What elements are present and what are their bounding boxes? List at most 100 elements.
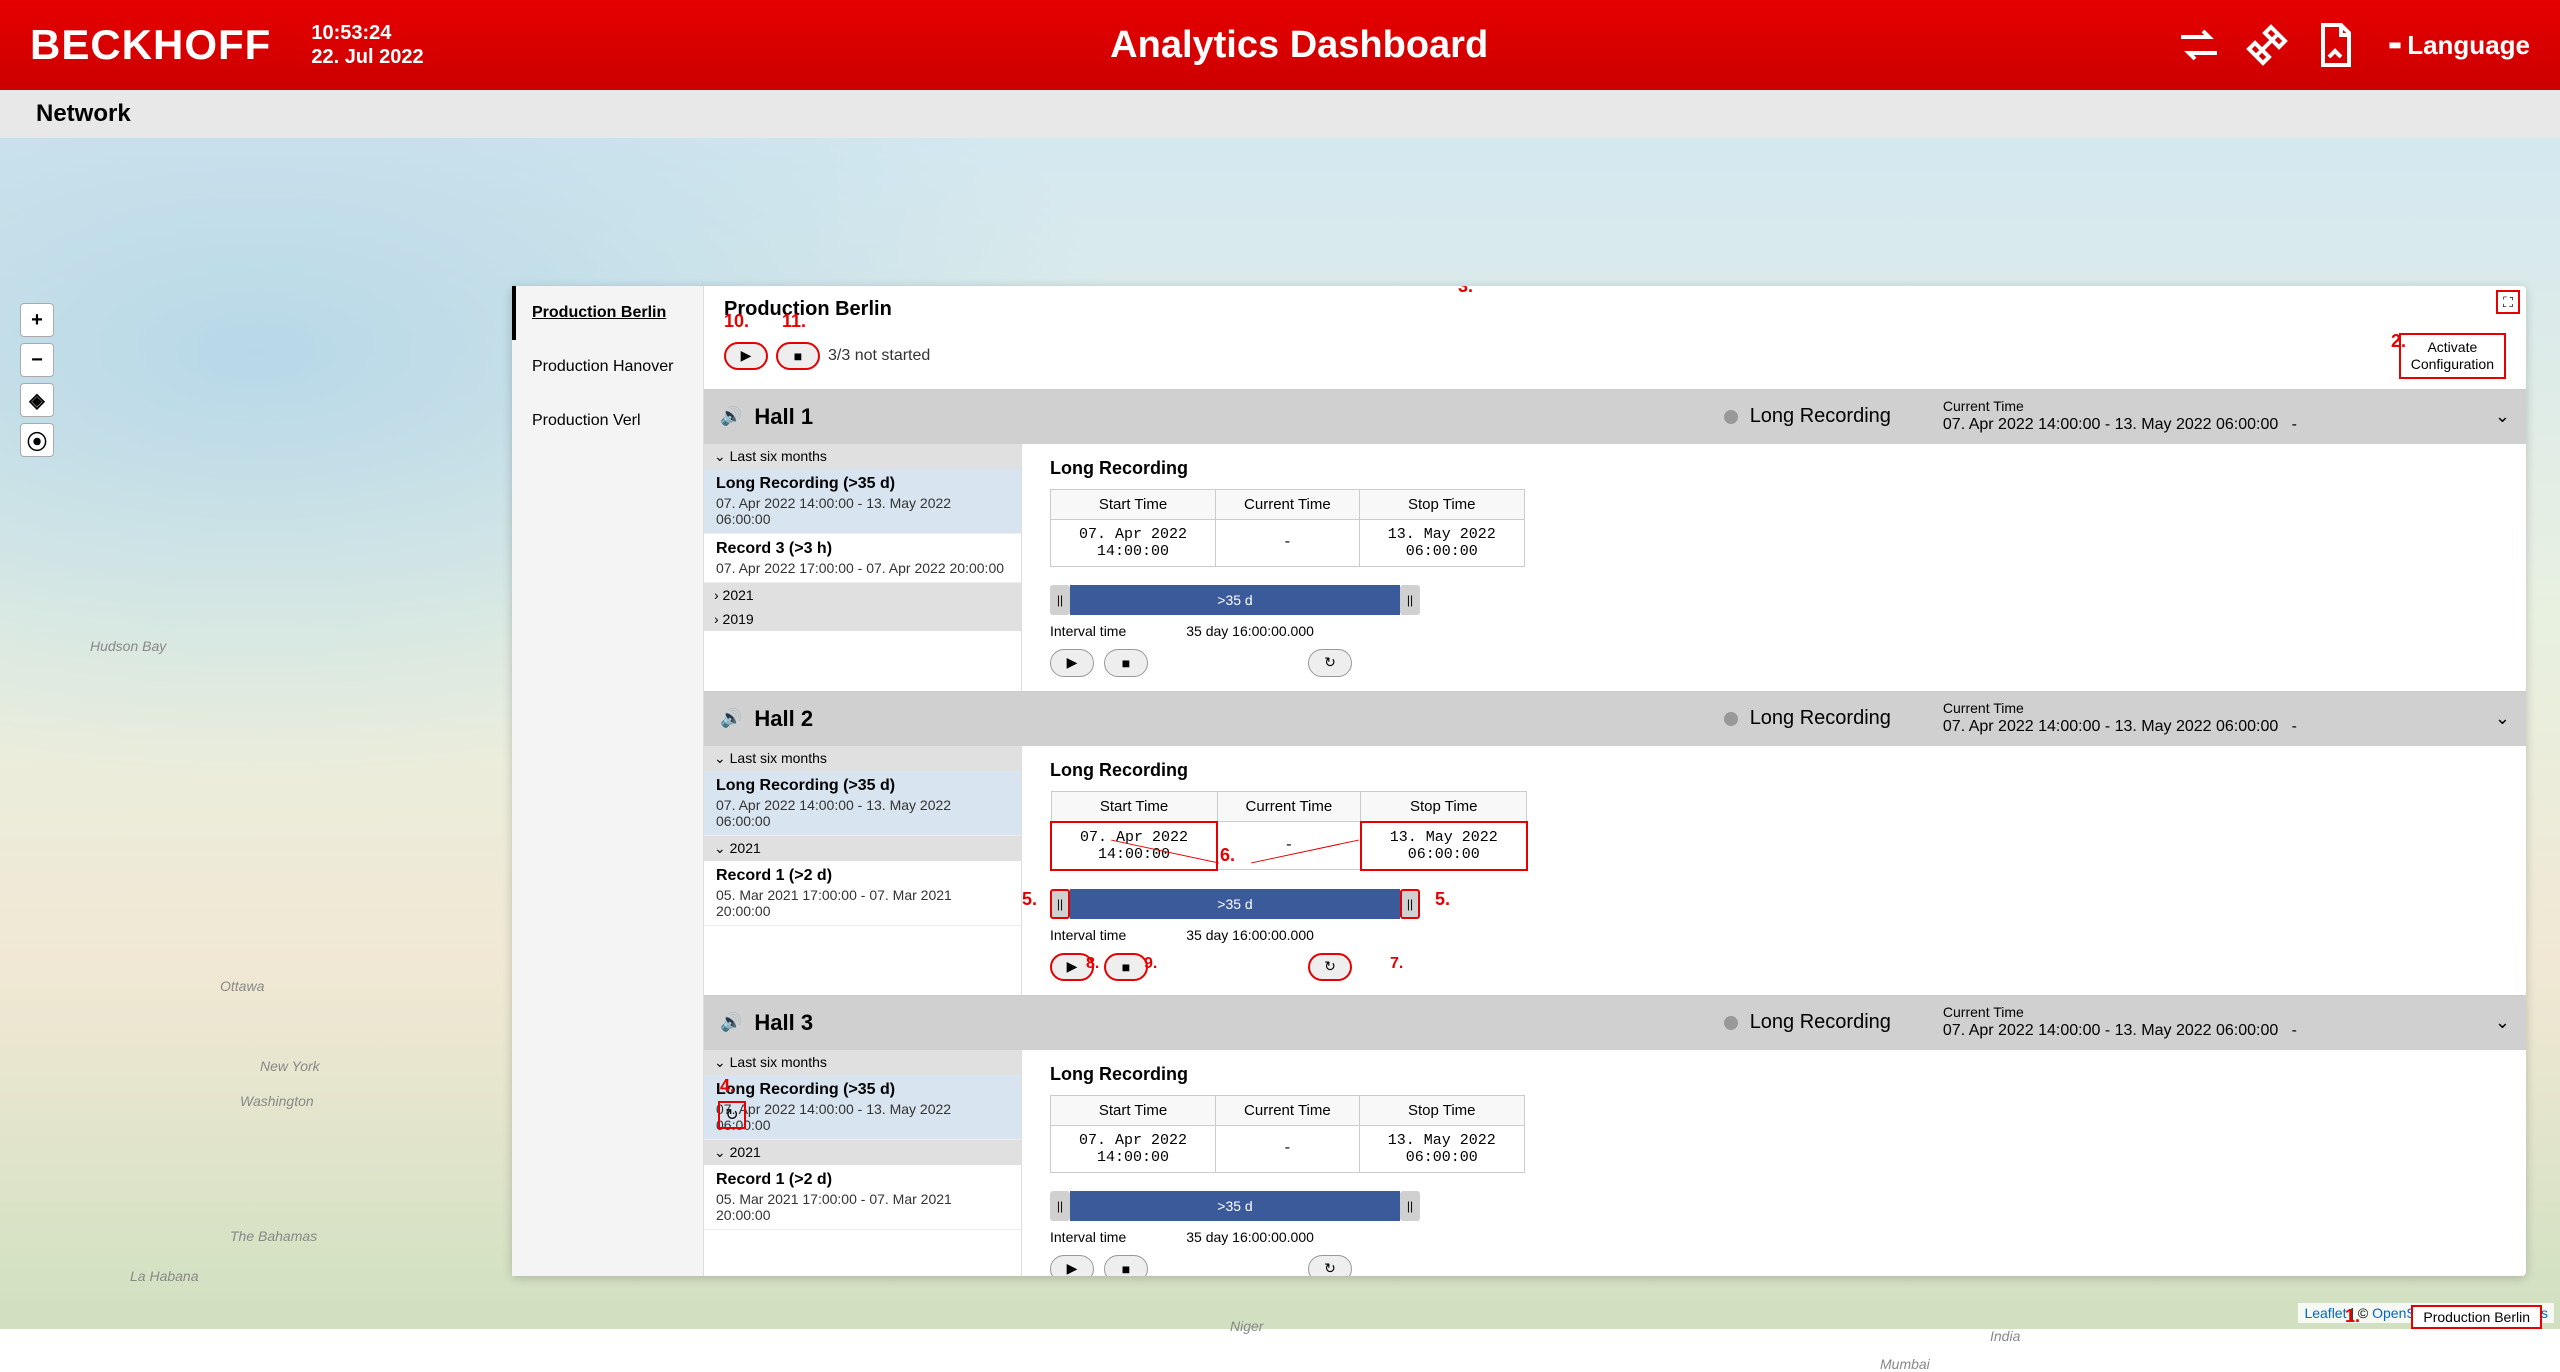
sidebar-item-production-berlin[interactable]: Production Berlin (512, 286, 703, 340)
expand-button[interactable]: ⛶ (2496, 290, 2520, 314)
status-dot-icon (1724, 712, 1738, 726)
recording-item[interactable]: Long Recording (>35 d)07. Apr 2022 14:00… (704, 771, 1021, 836)
td-stop: 13. May 202206:00:00 (1359, 519, 1524, 566)
timeline-bar[interactable]: >35 d (1070, 585, 1400, 615)
zoom-in-button[interactable]: + (20, 303, 54, 337)
marker-5b: 5. (1435, 889, 1450, 910)
hall-title: Hall 3 (754, 1010, 1711, 1036)
recording-detail: Long Recording Start TimeCurrent TimeSto… (1022, 444, 2526, 691)
recording-group-header[interactable]: › 2019 (704, 607, 1021, 631)
timeline-handle-left[interactable]: || (1050, 889, 1070, 919)
timeline-bar[interactable]: >35 d (1070, 889, 1400, 919)
detail-stop-button[interactable]: ■ (1104, 953, 1148, 981)
locate-button[interactable]: ⦿ (20, 423, 54, 457)
recording-group-header[interactable]: ⌄ Last six months (704, 444, 1021, 469)
marker-5a: 5. (1022, 889, 1037, 910)
chevron-down-icon[interactable]: ⌄ (2495, 406, 2510, 427)
chevron-down-icon[interactable]: ⌄ (2495, 708, 2510, 729)
recording-item[interactable]: Record 3 (>3 h)07. Apr 2022 17:00:00 - 0… (704, 534, 1021, 583)
detail-title: Long Recording (1050, 1064, 2498, 1085)
detail-reload-button[interactable]: ↻ (1308, 649, 1352, 677)
transfer-icon[interactable] (2175, 21, 2223, 69)
detail-title: Long Recording (1050, 458, 2498, 479)
recording-label: Long Recording (1750, 405, 1891, 428)
timeline-handle-right[interactable]: || (1400, 585, 1420, 615)
detail-controls: ▶ ■ ↻ (1050, 1255, 2498, 1276)
recording-item[interactable]: Long Recording (>35 d)07. Apr 2022 14:00… (704, 469, 1021, 534)
detail-play-button[interactable]: ▶ (1050, 649, 1094, 677)
th-start: Start Time (1051, 489, 1216, 519)
recording-group-header[interactable]: › 2021 (704, 583, 1021, 607)
recording-item[interactable]: Record 1 (>2 d)05. Mar 2021 17:00:00 - 0… (704, 1165, 1021, 1230)
speaker-icon: 🔊 (720, 406, 742, 427)
layers-button[interactable]: ◈ (20, 383, 54, 417)
hall-time-info: Current Time 07. Apr 2022 14:00:00 - 13.… (1943, 1003, 2463, 1042)
content-title: Production Berlin (724, 298, 2506, 321)
recording-group-header[interactable]: ⌄ 2021 (704, 1140, 1021, 1165)
time-text: 10:53:24 (311, 21, 423, 45)
marker-11: 11. (782, 311, 806, 332)
timeline-handle-left[interactable]: || (1050, 1191, 1070, 1221)
timeline-handle-left[interactable]: || (1050, 585, 1070, 615)
content-header: Production Berlin 3. ⛶ (704, 286, 2526, 333)
recording-label: Long Recording (1750, 707, 1891, 730)
refresh-button[interactable]: ↻ (718, 1101, 746, 1129)
sidebar-item-production-hanover[interactable]: Production Hanover (512, 340, 703, 394)
timeline-handle-right[interactable]: || (1400, 889, 1420, 919)
recording-list: ⌄ Last six monthsLong Recording (>35 d)0… (704, 444, 1022, 691)
timeline-handle-right[interactable]: || (1400, 1191, 1420, 1221)
hall-title: Hall 2 (754, 706, 1711, 732)
status-dot-icon (1724, 1016, 1738, 1030)
stop-all-button[interactable]: ■ (776, 342, 820, 370)
production-sidebar: Production BerlinProduction HanoverProdu… (512, 286, 704, 1276)
detail-stop-button[interactable]: ■ (1104, 649, 1148, 677)
detail-reload-button[interactable]: ↻ (1308, 953, 1352, 981)
recording-item[interactable]: Long Recording (>35 d)07. Apr 2022 14:00… (704, 1075, 1021, 1140)
activate-config-button[interactable]: Activate Configuration (2399, 333, 2506, 379)
timeline: || >35 d || (1050, 585, 1420, 615)
zoom-out-button[interactable]: − (20, 343, 54, 377)
recording-item[interactable]: Record 1 (>2 d)05. Mar 2021 17:00:00 - 0… (704, 861, 1021, 926)
detail-play-button[interactable]: ▶ (1050, 1255, 1094, 1276)
td-start: 07. Apr 202214:00:00 (1051, 519, 1216, 566)
footer-production-tab[interactable]: Production Berlin (2411, 1305, 2542, 1329)
td-start: 07. Apr 202214:00:00 (1051, 1125, 1216, 1172)
th-stop: Stop Time (1359, 1095, 1524, 1125)
language-selector[interactable]: Language (2389, 30, 2530, 61)
td-stop: 13. May 202206:00:00 (1359, 1125, 1524, 1172)
header-actions: Language (2175, 21, 2530, 69)
hall-section: 🔊 Hall 1 Long Recording Current Time 07.… (704, 389, 2526, 691)
interval-meta: Interval time35 day 16:00:00.000 (1050, 927, 2498, 943)
play-all-button[interactable]: ▶ (724, 342, 768, 370)
tools-icon[interactable] (2243, 21, 2291, 69)
detail-reload-button[interactable]: ↻ (1308, 1255, 1352, 1276)
hall-section: 🔊 Hall 3 Long Recording Current Time 07.… (704, 995, 2526, 1276)
status-dot-icon (1724, 410, 1738, 424)
hall-body: ⌄ Last six monthsLong Recording (>35 d)0… (704, 444, 2526, 691)
production-panel: Production BerlinProduction HanoverProdu… (512, 286, 2526, 1276)
hall-title: Hall 1 (754, 404, 1711, 430)
th-start: Start Time (1051, 791, 1217, 822)
marker-3: 3. (1458, 286, 1473, 297)
recording-label: Long Recording (1750, 1011, 1891, 1034)
recording-group-header[interactable]: ⌄ Last six months (704, 746, 1021, 771)
date-text: 22. Jul 2022 (311, 45, 423, 69)
chevron-down-icon[interactable]: ⌄ (2495, 1012, 2510, 1033)
document-icon[interactable] (2311, 21, 2359, 69)
sidebar-item-production-verl[interactable]: Production Verl (512, 394, 703, 448)
hall-header: 🔊 Hall 3 Long Recording Current Time 07.… (704, 996, 2526, 1050)
marker-10: 10. (724, 311, 749, 332)
brand-logo: BECKHOFF (30, 21, 271, 69)
leaflet-link[interactable]: Leaflet (2304, 1305, 2346, 1321)
th-current: Current Time (1216, 1095, 1360, 1125)
breadcrumb-bar: Network (0, 90, 2560, 138)
hall-time-info: Current Time 07. Apr 2022 14:00:00 - 13.… (1943, 397, 2463, 436)
td-stop: 13. May 202206:00:00 (1361, 822, 1527, 870)
timeline-bar[interactable]: >35 d (1070, 1191, 1400, 1221)
timeline: || >35 d || (1050, 1191, 1420, 1221)
detail-stop-button[interactable]: ■ (1104, 1255, 1148, 1276)
recording-group-header[interactable]: ⌄ Last six months (704, 1050, 1021, 1075)
th-stop: Stop Time (1359, 489, 1524, 519)
recording-group-header[interactable]: ⌄ 2021 (704, 836, 1021, 861)
time-table: Start TimeCurrent TimeStop Time 07. Apr … (1050, 1095, 1525, 1173)
